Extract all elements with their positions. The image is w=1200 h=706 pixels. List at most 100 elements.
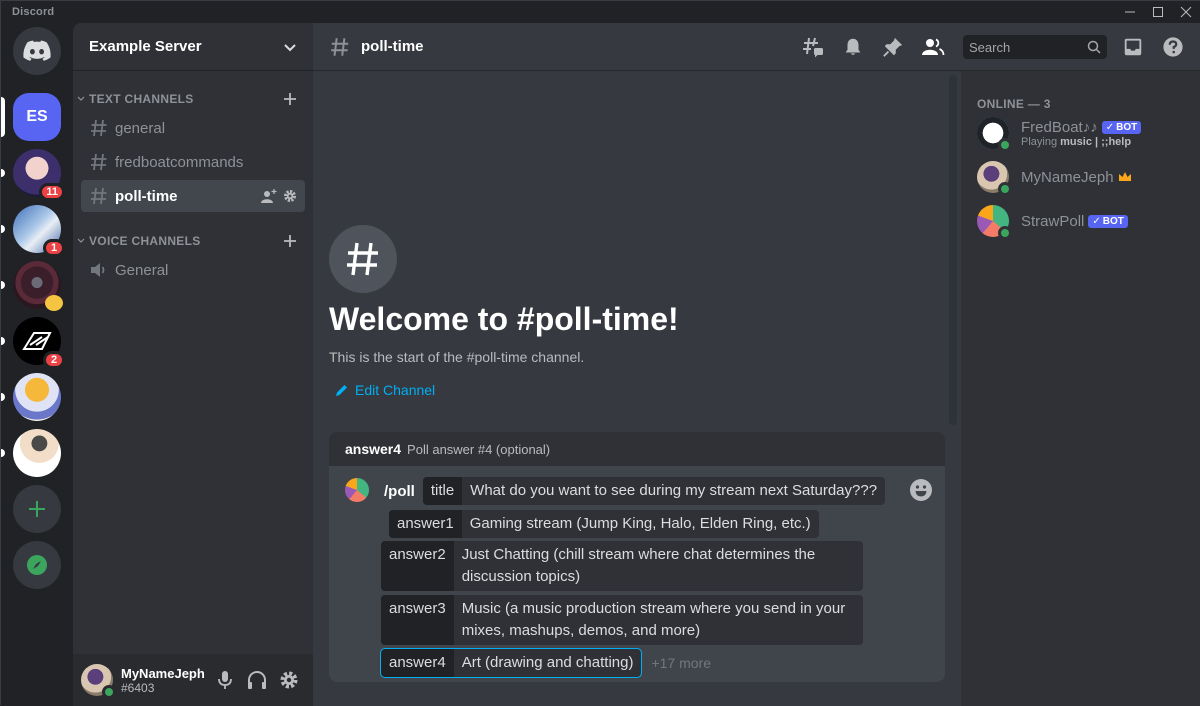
server-header[interactable]: Example Server [73, 23, 313, 71]
channel-welcome-icon [329, 225, 397, 293]
online-status-icon [998, 226, 1012, 240]
message-composer[interactable]: answer4 Poll answer #4 (optional) /poll … [329, 432, 945, 682]
member-mynamejeph[interactable]: MyNameJeph [977, 156, 1193, 198]
member-fredboat[interactable]: FredBoat♪♪ ✓ BOT Playing music | ;;help [977, 112, 1193, 154]
hash-icon [331, 37, 349, 56]
server-logo-icon [22, 332, 52, 350]
member-activity: Playing music | ;;help [1021, 135, 1132, 148]
notifications-button[interactable] [841, 35, 865, 59]
option-value: Art (drawing and chatting) [461, 654, 634, 671]
plus-icon [29, 501, 45, 517]
chat-area: poll-time Search Welcome to #poll-time! … [313, 23, 1200, 706]
discord-window: Discord ES 11 1 2 Example Server TEXT CH… [0, 0, 1200, 706]
option-title[interactable]: title What do you want to see during my … [422, 477, 886, 505]
avatar[interactable] [81, 664, 116, 699]
option-value: What do you want to see during my stream… [470, 482, 878, 499]
channel-name: fredboatcommands [115, 153, 244, 171]
online-status-icon [998, 138, 1012, 152]
member-name: StrawPoll [1021, 212, 1085, 230]
option-hint-name: answer4 [345, 441, 402, 457]
option-answer3[interactable]: answer3 Music (a music production stream… [381, 595, 863, 645]
threads-icon [803, 37, 823, 58]
mention-badge: 11 [39, 183, 65, 201]
mention-badge: 2 [43, 351, 65, 369]
title-bar: Discord [1, 1, 1200, 23]
option-key: answer3 [381, 595, 454, 645]
option-answer1[interactable]: answer1 Gaming stream (Jump King, Halo, … [389, 510, 819, 538]
close-button[interactable] [1173, 1, 1199, 23]
member-name: MyNameJeph [1021, 168, 1114, 186]
option-answer4[interactable]: answer4 Art (drawing and chatting) +17 m… [379, 648, 712, 678]
channel-fredboatcommands[interactable]: fredboatcommands [81, 146, 305, 178]
members-icon [922, 38, 945, 56]
bot-tag: ✓ BOT [1101, 120, 1142, 134]
online-status-icon [102, 685, 116, 699]
explore-servers-button[interactable] [13, 541, 61, 589]
search-placeholder: Search [969, 39, 1011, 55]
help-button[interactable] [1161, 35, 1185, 59]
category-label: TEXT CHANNELS [89, 92, 194, 106]
category-voice-channels[interactable]: VOICE CHANNELS [73, 229, 313, 253]
category-label: VOICE CHANNELS [89, 234, 201, 248]
server-icon[interactable] [1, 429, 61, 477]
pin-icon [883, 37, 903, 57]
server-icon[interactable]: 11 [1, 149, 65, 201]
add-server-button[interactable] [13, 485, 61, 533]
emoji-picker-icon[interactable] [909, 478, 933, 502]
create-channel-icon[interactable] [283, 92, 297, 106]
option-answer2[interactable]: answer2 Just Chatting (chill stream wher… [381, 541, 863, 591]
maximize-button[interactable] [1145, 1, 1171, 23]
chevron-down-icon [77, 96, 85, 101]
server-icon[interactable]: 1 [1, 205, 65, 257]
server-rail: ES 11 1 2 [1, 23, 73, 706]
channel-header: poll-time Search [313, 23, 1200, 71]
channel-general[interactable]: general [81, 112, 305, 144]
inbox-button[interactable] [1121, 35, 1145, 59]
home-button[interactable] [13, 27, 61, 75]
avatar [977, 205, 1012, 240]
category-text-channels[interactable]: TEXT CHANNELS [73, 87, 313, 111]
server-icon[interactable] [1, 261, 63, 311]
member-list: ONLINE — 3 FredBoat♪♪ ✓ BOT Playing musi… [961, 71, 1200, 706]
unread-indicator [1, 169, 5, 177]
server-icon[interactable] [1, 373, 61, 421]
pencil-icon [336, 385, 347, 396]
headphones-icon[interactable] [241, 664, 273, 696]
voice-channel-general[interactable]: General [81, 254, 305, 286]
maximize-icon [1153, 7, 1163, 17]
mention-badge: 1 [43, 239, 65, 257]
server-initials: ES [13, 93, 61, 141]
member-strawpoll[interactable]: StrawPoll ✓ BOT [977, 200, 1193, 242]
username: MyNameJeph [121, 665, 205, 681]
channel-poll-time[interactable]: poll-time [81, 180, 305, 212]
minimize-button[interactable] [1117, 1, 1143, 23]
server-owner-crown-icon [1118, 172, 1131, 181]
compass-icon [27, 555, 47, 575]
create-channel-icon[interactable] [283, 234, 297, 248]
hash-icon [91, 187, 107, 205]
threads-button[interactable] [801, 35, 825, 59]
unread-indicator [1, 225, 5, 233]
chevron-down-icon [284, 43, 296, 51]
minimize-icon [1125, 11, 1135, 13]
chat-scrollbar[interactable] [949, 75, 957, 425]
invite-icon[interactable] [261, 188, 277, 204]
option-hint-description: Poll answer #4 (optional) [407, 441, 551, 457]
channel-name: General [115, 261, 169, 279]
member-list-button[interactable] [921, 35, 945, 59]
pinned-messages-button[interactable] [881, 35, 905, 59]
gear-icon[interactable] [283, 189, 297, 203]
server-icon[interactable]: 2 [1, 317, 65, 369]
edit-channel-link[interactable]: Edit Channel [335, 382, 435, 398]
option-key: answer4 [381, 649, 454, 677]
option-value: Just Chatting (chill stream where chat d… [461, 546, 816, 585]
discord-logo-icon [23, 40, 51, 61]
server-example-server[interactable]: ES [1, 93, 61, 141]
search-input[interactable]: Search [963, 35, 1107, 59]
more-options-label: +17 more [651, 655, 712, 671]
chevron-down-icon [77, 238, 85, 243]
option-key: answer1 [389, 510, 462, 538]
user-settings-gear-icon[interactable] [273, 664, 305, 696]
unread-indicator [1, 337, 5, 345]
microphone-icon[interactable] [209, 664, 241, 696]
